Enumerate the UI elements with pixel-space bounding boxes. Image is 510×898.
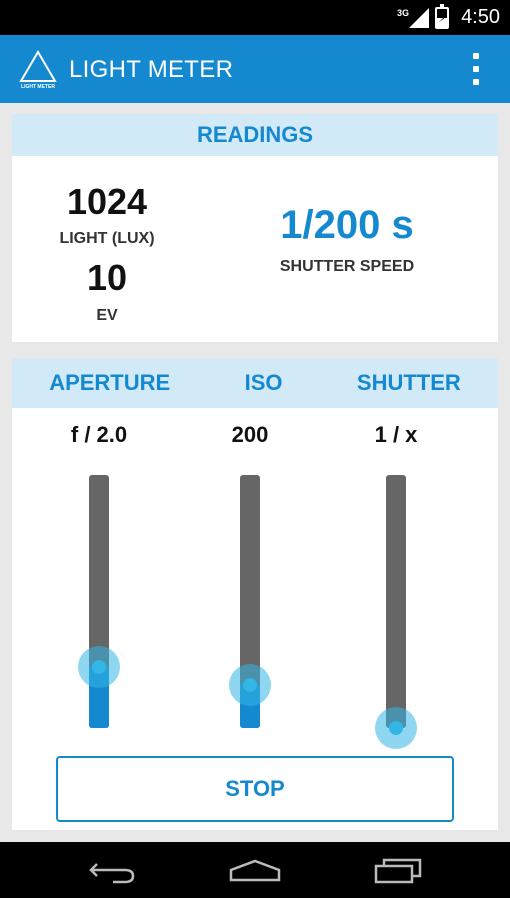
controls-card: APERTURE ISO SHUTTER f / 2.0 200 1 / x S… xyxy=(12,358,498,830)
network-type: 3G xyxy=(397,7,410,18)
lux-label: LIGHT (LUX) xyxy=(59,230,155,247)
aperture-slider[interactable] xyxy=(78,475,120,728)
shutter-header: SHUTTER xyxy=(356,370,461,395)
ev-label: EV xyxy=(96,307,118,324)
signal-icon xyxy=(409,7,430,28)
lux-value: 1024 xyxy=(66,181,148,222)
shutter-speed-label: SHUTTER SPEED xyxy=(279,258,415,275)
controls-header: APERTURE ISO SHUTTER xyxy=(12,358,498,408)
status-time: 4:50 xyxy=(461,6,500,28)
app-logo: LIGHT METER xyxy=(18,49,58,90)
ev-value: 10 xyxy=(86,257,128,298)
iso-header: ISO xyxy=(244,370,283,395)
iso-value: 200 xyxy=(231,422,269,447)
shutter-speed-value: 1/200 s xyxy=(280,203,414,247)
back-icon[interactable] xyxy=(83,856,143,886)
readings-header: READINGS xyxy=(12,114,498,156)
shutter-value: 1 / x xyxy=(374,422,418,447)
app-title: LIGHT METER xyxy=(69,56,234,83)
aperture-value: f / 2.0 xyxy=(70,422,128,447)
status-icons: 3G ⚡ 4:50 xyxy=(397,3,500,31)
shutter-slider-thumb[interactable] xyxy=(389,721,403,735)
svg-text:LIGHT METER: LIGHT METER xyxy=(21,84,55,89)
battery-icon: ⚡ xyxy=(435,3,450,29)
stop-button[interactable]: STOP xyxy=(56,756,454,822)
iso-slider-thumb[interactable] xyxy=(243,678,257,692)
navigation-bar xyxy=(0,842,510,898)
shutter-slider[interactable] xyxy=(375,475,417,749)
status-bar: 3G ⚡ 4:50 xyxy=(0,0,510,35)
app-bar: LIGHT METER LIGHT METER xyxy=(0,35,510,103)
overflow-menu-icon[interactable] xyxy=(468,53,484,85)
recent-apps-icon[interactable] xyxy=(368,856,428,886)
aperture-header: APERTURE xyxy=(49,370,171,395)
readings-card: READINGS 1024 LIGHT (LUX) 10 EV 1/200 s … xyxy=(12,114,498,342)
home-icon[interactable] xyxy=(225,856,285,886)
iso-slider[interactable] xyxy=(229,475,271,728)
